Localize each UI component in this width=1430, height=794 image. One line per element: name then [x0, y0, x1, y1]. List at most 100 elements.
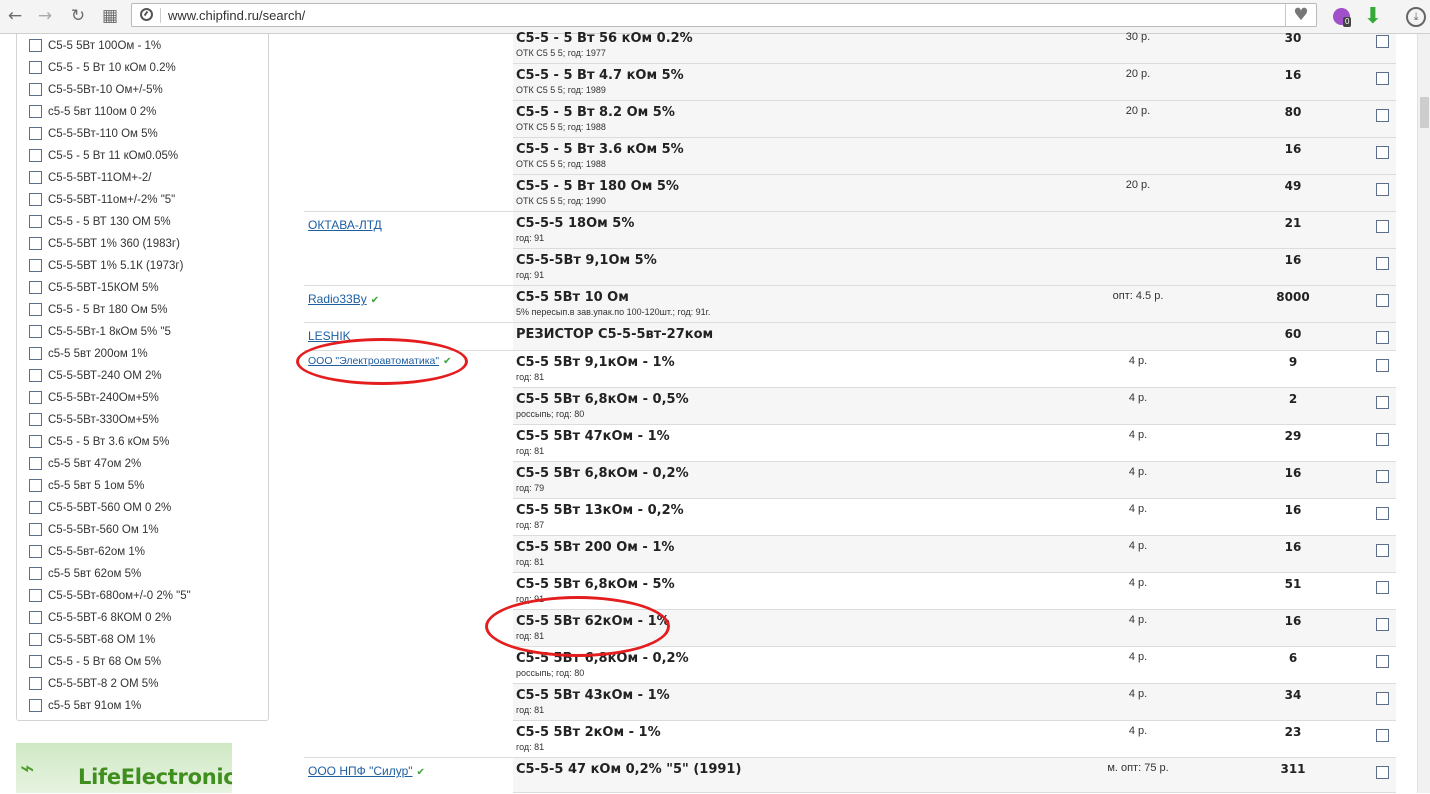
select-checkbox[interactable]: [1376, 396, 1389, 409]
select-checkbox[interactable]: [1376, 470, 1389, 483]
item-name: С5-5 5Вт 47кОм - 1%: [516, 429, 670, 444]
table-row: С5-5 - 5 Вт 56 кОм 0.2% ОТК С5 5 5; год: …: [513, 31, 1396, 64]
supplier-name[interactable]: Radio33By: [308, 292, 367, 306]
select-checkbox[interactable]: [1376, 433, 1389, 446]
item-name: С5-5 - 5 Вт 56 кОм 0.2%: [516, 31, 693, 46]
item-name: С5-5 5Вт 6,8кОм - 0,5%: [516, 392, 689, 407]
item-details: год: 81: [516, 372, 545, 382]
item-name: С5-5-5 18Ом 5%: [516, 216, 635, 231]
supplier-cell: ОКТАВА-ЛТД: [304, 211, 513, 286]
supplier-cell: Radio33By ✔: [304, 285, 513, 323]
item-name: С5-5 5Вт 13кОм - 0,2%: [516, 503, 684, 518]
table-row: С5-5 5Вт 6,8кОм - 0,2% россыпь; год: 80 4 …: [513, 647, 1396, 684]
table-row: С5-5 5Вт 43кОм - 1% год: 81 4 р. 34: [513, 684, 1396, 721]
item-price: 20 р.: [1125, 179, 1151, 191]
supplier-name[interactable]: ООО НПФ "Силур": [308, 764, 413, 778]
item-quantity: 2: [1288, 392, 1298, 406]
select-checkbox[interactable]: [1376, 294, 1389, 307]
item-name: С5-5 5Вт 9,1кОм - 1%: [516, 355, 675, 370]
item-quantity: 16: [1284, 142, 1302, 156]
item-name: РЕЗИСТОР С5-5-5вт-27ком: [516, 327, 714, 342]
item-quantity: 16: [1284, 68, 1302, 82]
item-details: год: 91: [516, 233, 545, 243]
item-quantity: 21: [1284, 216, 1302, 230]
item-details: ОТК С5 5 5; год: 1989: [516, 85, 606, 95]
item-name: С5-5-5Вт 9,1Ом 5%: [516, 253, 657, 268]
select-checkbox[interactable]: [1376, 109, 1389, 122]
item-name: С5-5 - 5 Вт 4.7 кОм 5%: [516, 68, 684, 83]
item-quantity: 16: [1284, 466, 1302, 480]
select-checkbox[interactable]: [1376, 183, 1389, 196]
table-row: С5-5-5Вт 9,1Ом 5% год: 91 16: [513, 249, 1396, 286]
item-price: 4 р.: [1128, 466, 1148, 478]
item-details: ОТК С5 5 5; год: 1977: [516, 48, 606, 58]
table-row: С5-5 5Вт 10 Ом 5% пересып.в зав.упак.по 1…: [513, 286, 1396, 323]
table-row: С5-5 5Вт 6,8кОм - 0,2% год: 79 4 р. 16: [513, 462, 1396, 499]
item-name: С5-5 - 5 Вт 8.2 Ом 5%: [516, 105, 675, 120]
supplier-link-silur[interactable]: ООО НПФ "Силур" ✔: [308, 764, 425, 778]
item-quantity: 311: [1280, 762, 1306, 776]
item-price: 20 р.: [1125, 105, 1151, 117]
item-quantity: 30: [1284, 31, 1302, 45]
item-price: 4 р.: [1128, 392, 1148, 404]
item-quantity: 49: [1284, 179, 1302, 193]
item-quantity: 6: [1288, 651, 1298, 665]
item-details: россыпь; год: 80: [516, 668, 585, 678]
select-checkbox[interactable]: [1376, 220, 1389, 233]
select-checkbox[interactable]: [1376, 581, 1389, 594]
select-checkbox[interactable]: [1376, 72, 1389, 85]
item-price: 4 р.: [1128, 577, 1148, 589]
item-quantity: 34: [1284, 688, 1302, 702]
annotation-circle-supplier: [296, 338, 468, 385]
item-price: м. опт: 75 р.: [1107, 762, 1169, 774]
table-row: С5-5 5Вт 6,8кОм - 0,5% россыпь; год: 80 4 …: [513, 388, 1396, 425]
item-name: С5-5 5Вт 43кОм - 1%: [516, 688, 670, 703]
select-checkbox[interactable]: [1376, 146, 1389, 159]
item-price: 4 р.: [1128, 540, 1148, 552]
item-details: год: 81: [516, 557, 545, 567]
item-name: С5-5 5Вт 6,8кОм - 0,2%: [516, 466, 689, 481]
table-row: С5-5 5Вт 2кОм - 1% год: 81 4 р. 23: [513, 721, 1396, 758]
table-row: С5-5 - 5 Вт 4.7 кОм 5% ОТК С5 5 5; год: 1…: [513, 64, 1396, 101]
item-quantity: 23: [1284, 725, 1302, 739]
item-name: С5-5-5 47 кОм 0,2% "5" (1991): [516, 762, 742, 777]
page-scrollbar[interactable]: [1417, 34, 1430, 793]
item-details: ОТК С5 5 5; год: 1988: [516, 122, 606, 132]
item-quantity: 16: [1284, 503, 1302, 517]
table-row: С5-5-5 47 кОм 0,2% "5" (1991) м. опт: 75 …: [513, 758, 1396, 793]
supplier-link-radio33by[interactable]: Radio33By ✔: [308, 292, 379, 306]
item-quantity: 16: [1284, 614, 1302, 628]
select-checkbox[interactable]: [1376, 35, 1389, 48]
item-quantity: 29: [1284, 429, 1302, 443]
item-details: год: 81: [516, 446, 545, 456]
select-checkbox[interactable]: [1376, 359, 1389, 372]
item-details: год: 87: [516, 520, 545, 530]
select-checkbox[interactable]: [1376, 618, 1389, 631]
select-checkbox[interactable]: [1376, 331, 1389, 344]
item-details: год: 91: [516, 270, 545, 280]
select-checkbox[interactable]: [1376, 655, 1389, 668]
select-checkbox[interactable]: [1376, 507, 1389, 520]
item-price: 4 р.: [1128, 429, 1148, 441]
select-checkbox[interactable]: [1376, 729, 1389, 742]
item-name: С5-5 - 5 Вт 180 Ом 5%: [516, 179, 679, 194]
item-details: год: 79: [516, 483, 545, 493]
verified-check-icon: ✔: [370, 295, 380, 306]
scrollbar-thumb[interactable]: [1420, 97, 1429, 128]
item-details: год: 81: [516, 705, 545, 715]
table-row: С5-5-5 18Ом 5% год: 91 21: [513, 212, 1396, 249]
select-checkbox[interactable]: [1376, 766, 1389, 779]
select-checkbox[interactable]: [1376, 257, 1389, 270]
select-checkbox[interactable]: [1376, 544, 1389, 557]
item-price: опт: 4.5 р.: [1112, 290, 1164, 302]
supplier-link-oktava[interactable]: ОКТАВА-ЛТД: [308, 218, 382, 232]
item-quantity: 80: [1284, 105, 1302, 119]
item-quantity: 60: [1284, 327, 1302, 341]
select-checkbox[interactable]: [1376, 692, 1389, 705]
item-quantity: 51: [1284, 577, 1302, 591]
item-price: 20 р.: [1125, 68, 1151, 80]
annotation-circle-item: [485, 596, 670, 657]
item-price: 4 р.: [1128, 614, 1148, 626]
item-quantity: 16: [1284, 540, 1302, 554]
item-name: С5-5 5Вт 200 Ом - 1%: [516, 540, 675, 555]
